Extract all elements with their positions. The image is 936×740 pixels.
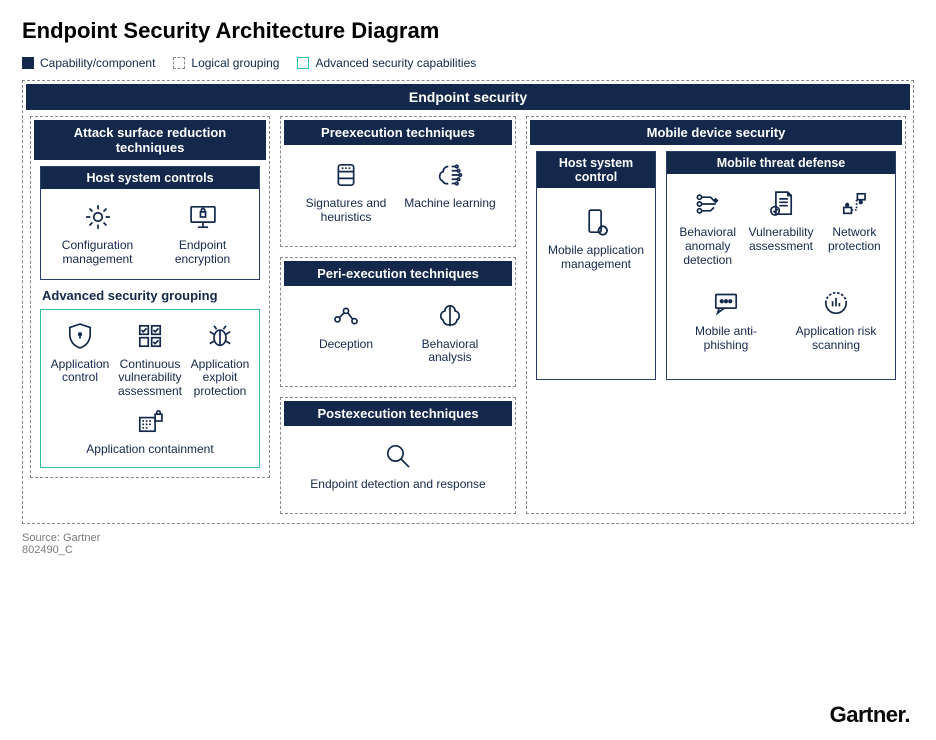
cap-application-control: Application control xyxy=(45,316,115,401)
postexecution-group: Postexecution techniques Endpoint detect… xyxy=(280,397,516,514)
mobile-host-box: Host system control Mobile application m… xyxy=(536,151,656,380)
cap-edr: Endpoint detection and response xyxy=(294,436,502,494)
mobile-threat-title: Mobile threat defense xyxy=(667,152,895,174)
cap-vuln-assessment: Vulnerability assessment xyxy=(744,184,817,269)
cap-label: Endpoint detection and response xyxy=(310,478,485,492)
cap-label: Application containment xyxy=(86,443,213,457)
legend-logical: Logical grouping xyxy=(173,56,279,70)
source-label: Source: Gartner xyxy=(22,532,914,544)
phone-gear-icon xyxy=(578,204,614,240)
legend-advanced-label: Advanced security capabilities xyxy=(315,56,476,70)
building-lock-icon xyxy=(132,403,168,439)
cap-label: Application control xyxy=(47,358,113,386)
cap-label: Vulnerability assessment xyxy=(746,226,815,254)
cap-machine-learning: Machine learning xyxy=(398,155,502,227)
cap-app-containment: Application containment xyxy=(45,401,255,459)
cap-label: Machine learning xyxy=(404,197,495,211)
magnifier-icon xyxy=(380,438,416,474)
network-icon xyxy=(836,186,872,222)
cap-label: Continuous vulnerability assessment xyxy=(117,358,183,399)
cap-behavioral-analysis: Behavioral analysis xyxy=(398,296,502,368)
legend-logical-label: Logical grouping xyxy=(191,56,279,70)
legend-capability-label: Capability/component xyxy=(40,56,155,70)
ml-brain-icon xyxy=(432,157,468,193)
preexecution-title: Preexecution techniques xyxy=(284,120,512,145)
cap-label: Mobile application management xyxy=(543,244,649,272)
cap-endpoint-encryption: Endpoint encryption xyxy=(150,197,255,269)
gear-icon xyxy=(80,199,116,235)
connected-dots-icon xyxy=(328,298,364,334)
monitor-lock-icon xyxy=(185,199,221,235)
advanced-grouping-box: Application control Continuous vulnerabi… xyxy=(40,309,260,468)
cap-anti-phishing: Mobile anti-phishing xyxy=(671,283,781,355)
diagram-title: Endpoint Security Architecture Diagram xyxy=(22,18,914,44)
cap-configuration-management: Configuration management xyxy=(45,197,150,269)
cap-label: Behavioral analysis xyxy=(400,338,500,366)
advanced-grouping-title: Advanced security grouping xyxy=(40,280,260,309)
periexecution-title: Peri-execution techniques xyxy=(284,261,512,286)
chat-dots-icon xyxy=(708,285,744,321)
cap-label: Mobile anti-phishing xyxy=(673,325,779,353)
anomaly-icon xyxy=(690,186,726,222)
gartner-logo: Gartner. xyxy=(830,702,910,728)
legend: Capability/component Logical grouping Ad… xyxy=(22,56,914,70)
host-system-controls-title: Host system controls xyxy=(41,167,259,189)
cap-signatures-heuristics: Signatures and heuristics xyxy=(294,155,398,227)
cap-label: Configuration management xyxy=(47,239,148,267)
swatch-solid-icon xyxy=(22,57,34,69)
swatch-advanced-icon xyxy=(297,57,309,69)
endpoint-security-container: Endpoint security Attack surface reducti… xyxy=(22,80,914,524)
mobile-security-group: Mobile device security Host system contr… xyxy=(526,116,906,514)
cap-deception: Deception xyxy=(294,296,398,368)
cap-network-protection: Network protection xyxy=(818,184,891,269)
attack-surface-group: Attack surface reduction techniques Host… xyxy=(30,116,270,478)
attack-surface-title: Attack surface reduction techniques xyxy=(34,120,266,160)
cap-mobile-app-mgmt: Mobile application management xyxy=(541,202,651,274)
cap-behavioral-anomaly: Behavioral anomaly detection xyxy=(671,184,744,269)
endpoint-security-banner: Endpoint security xyxy=(26,84,910,110)
cap-label: Application risk scanning xyxy=(783,325,889,353)
cap-label: Deception xyxy=(319,338,373,352)
cap-label: Behavioral anomaly detection xyxy=(673,226,742,267)
legend-capability: Capability/component xyxy=(22,56,155,70)
cap-continuous-vuln: Continuous vulnerability assessment xyxy=(115,316,185,401)
preexecution-group: Preexecution techniques Signatures and h… xyxy=(280,116,516,247)
mobile-threat-box: Mobile threat defense Behavioral anomaly… xyxy=(666,151,896,380)
brain-icon xyxy=(432,298,468,334)
legend-advanced: Advanced security capabilities xyxy=(297,56,476,70)
checklist-icon xyxy=(132,318,168,354)
swatch-dashed-icon xyxy=(173,57,185,69)
radar-icon xyxy=(818,285,854,321)
cap-label: Application exploit protection xyxy=(187,358,253,399)
doc-id-label: 802490_C xyxy=(22,544,914,556)
bug-icon xyxy=(202,318,238,354)
shield-lock-icon xyxy=(62,318,98,354)
cap-label: Network protection xyxy=(820,226,889,254)
host-system-controls-box: Host system controls Configuration manag… xyxy=(40,166,260,280)
periexecution-group: Peri-execution techniques Deception xyxy=(280,257,516,388)
database-icon xyxy=(328,157,364,193)
cap-app-exploit-protection: Application exploit protection xyxy=(185,316,255,401)
cap-label: Endpoint encryption xyxy=(152,239,253,267)
postexecution-title: Postexecution techniques xyxy=(284,401,512,426)
cap-app-risk-scanning: Application risk scanning xyxy=(781,283,891,369)
cap-label: Signatures and heuristics xyxy=(296,197,396,225)
footer: Source: Gartner 802490_C xyxy=(22,532,914,556)
mobile-host-title: Host system control xyxy=(537,152,655,188)
document-check-icon xyxy=(763,186,799,222)
mobile-security-title: Mobile device security xyxy=(530,120,902,145)
